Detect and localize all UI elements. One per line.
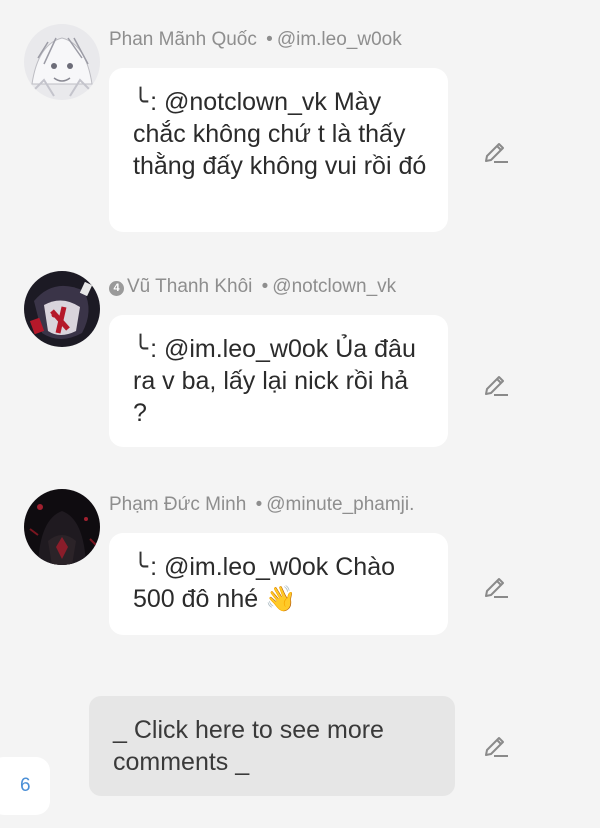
reply-arrow-icon: ╰: [133, 88, 149, 116]
comment-bubble: ╰: @notclown_vk Mày chắc không chứ t là …: [109, 68, 448, 232]
author-handle[interactable]: @im.leo_w0ok: [277, 29, 402, 50]
comment-meta: Phạm Đức Minh • @minute_phamji.: [109, 494, 414, 516]
dark-hooded-character-avatar-icon: [24, 489, 100, 565]
comment-bubble: ╰: @im.leo_w0ok Ủa đâu ra v ba, lấy lại …: [109, 315, 448, 447]
meta-separator: •: [266, 29, 273, 50]
edit-pencil-icon[interactable]: [482, 730, 510, 758]
author-name[interactable]: Phan Mãnh Quốc: [109, 29, 257, 50]
comment-text: : @im.leo_w0ok Chào 500 đô nhé 👋: [133, 553, 395, 613]
edit-pencil-icon[interactable]: [482, 571, 510, 599]
comment-bubble: ╰: @im.leo_w0ok Chào 500 đô nhé 👋: [109, 533, 448, 635]
author-name[interactable]: Vũ Thanh Khôi: [127, 276, 252, 297]
see-more-comments-label: _ Click here to see more comments _: [113, 716, 384, 776]
comment-meta: Phan Mãnh Quốc • @im.leo_w0ok: [109, 29, 402, 51]
reply-arrow-icon: ╰: [133, 335, 149, 363]
comment-meta: 4 Vũ Thanh Khôi • @notclown_vk: [109, 276, 396, 298]
edit-pencil-icon[interactable]: [482, 369, 510, 397]
edit-pencil-icon[interactable]: [482, 136, 510, 164]
white-haired-character-avatar-icon: [24, 24, 100, 100]
meta-separator: •: [261, 276, 269, 297]
avatar[interactable]: [24, 271, 100, 347]
avatar[interactable]: [24, 489, 100, 565]
author-handle[interactable]: @notclown_vk: [272, 276, 396, 297]
author-name[interactable]: Phạm Đức Minh: [109, 494, 246, 515]
dark-red-character-avatar-icon: [24, 271, 100, 347]
comment-text: : @im.leo_w0ok Ủa đâu ra v ba, lấy lại n…: [133, 335, 416, 427]
author-handle[interactable]: @minute_phamji.: [266, 494, 414, 515]
reply-arrow-icon: ╰: [133, 553, 149, 581]
page-number: 6: [20, 775, 31, 796]
avatar[interactable]: [24, 24, 100, 100]
level-badge: 4: [109, 281, 124, 296]
meta-separator: •: [255, 494, 263, 515]
see-more-comments-button[interactable]: _ Click here to see more comments _: [89, 696, 455, 796]
page-number-badge[interactable]: 6: [0, 757, 50, 815]
comment-text: : @notclown_vk Mày chắc không chứ t là t…: [133, 88, 427, 180]
